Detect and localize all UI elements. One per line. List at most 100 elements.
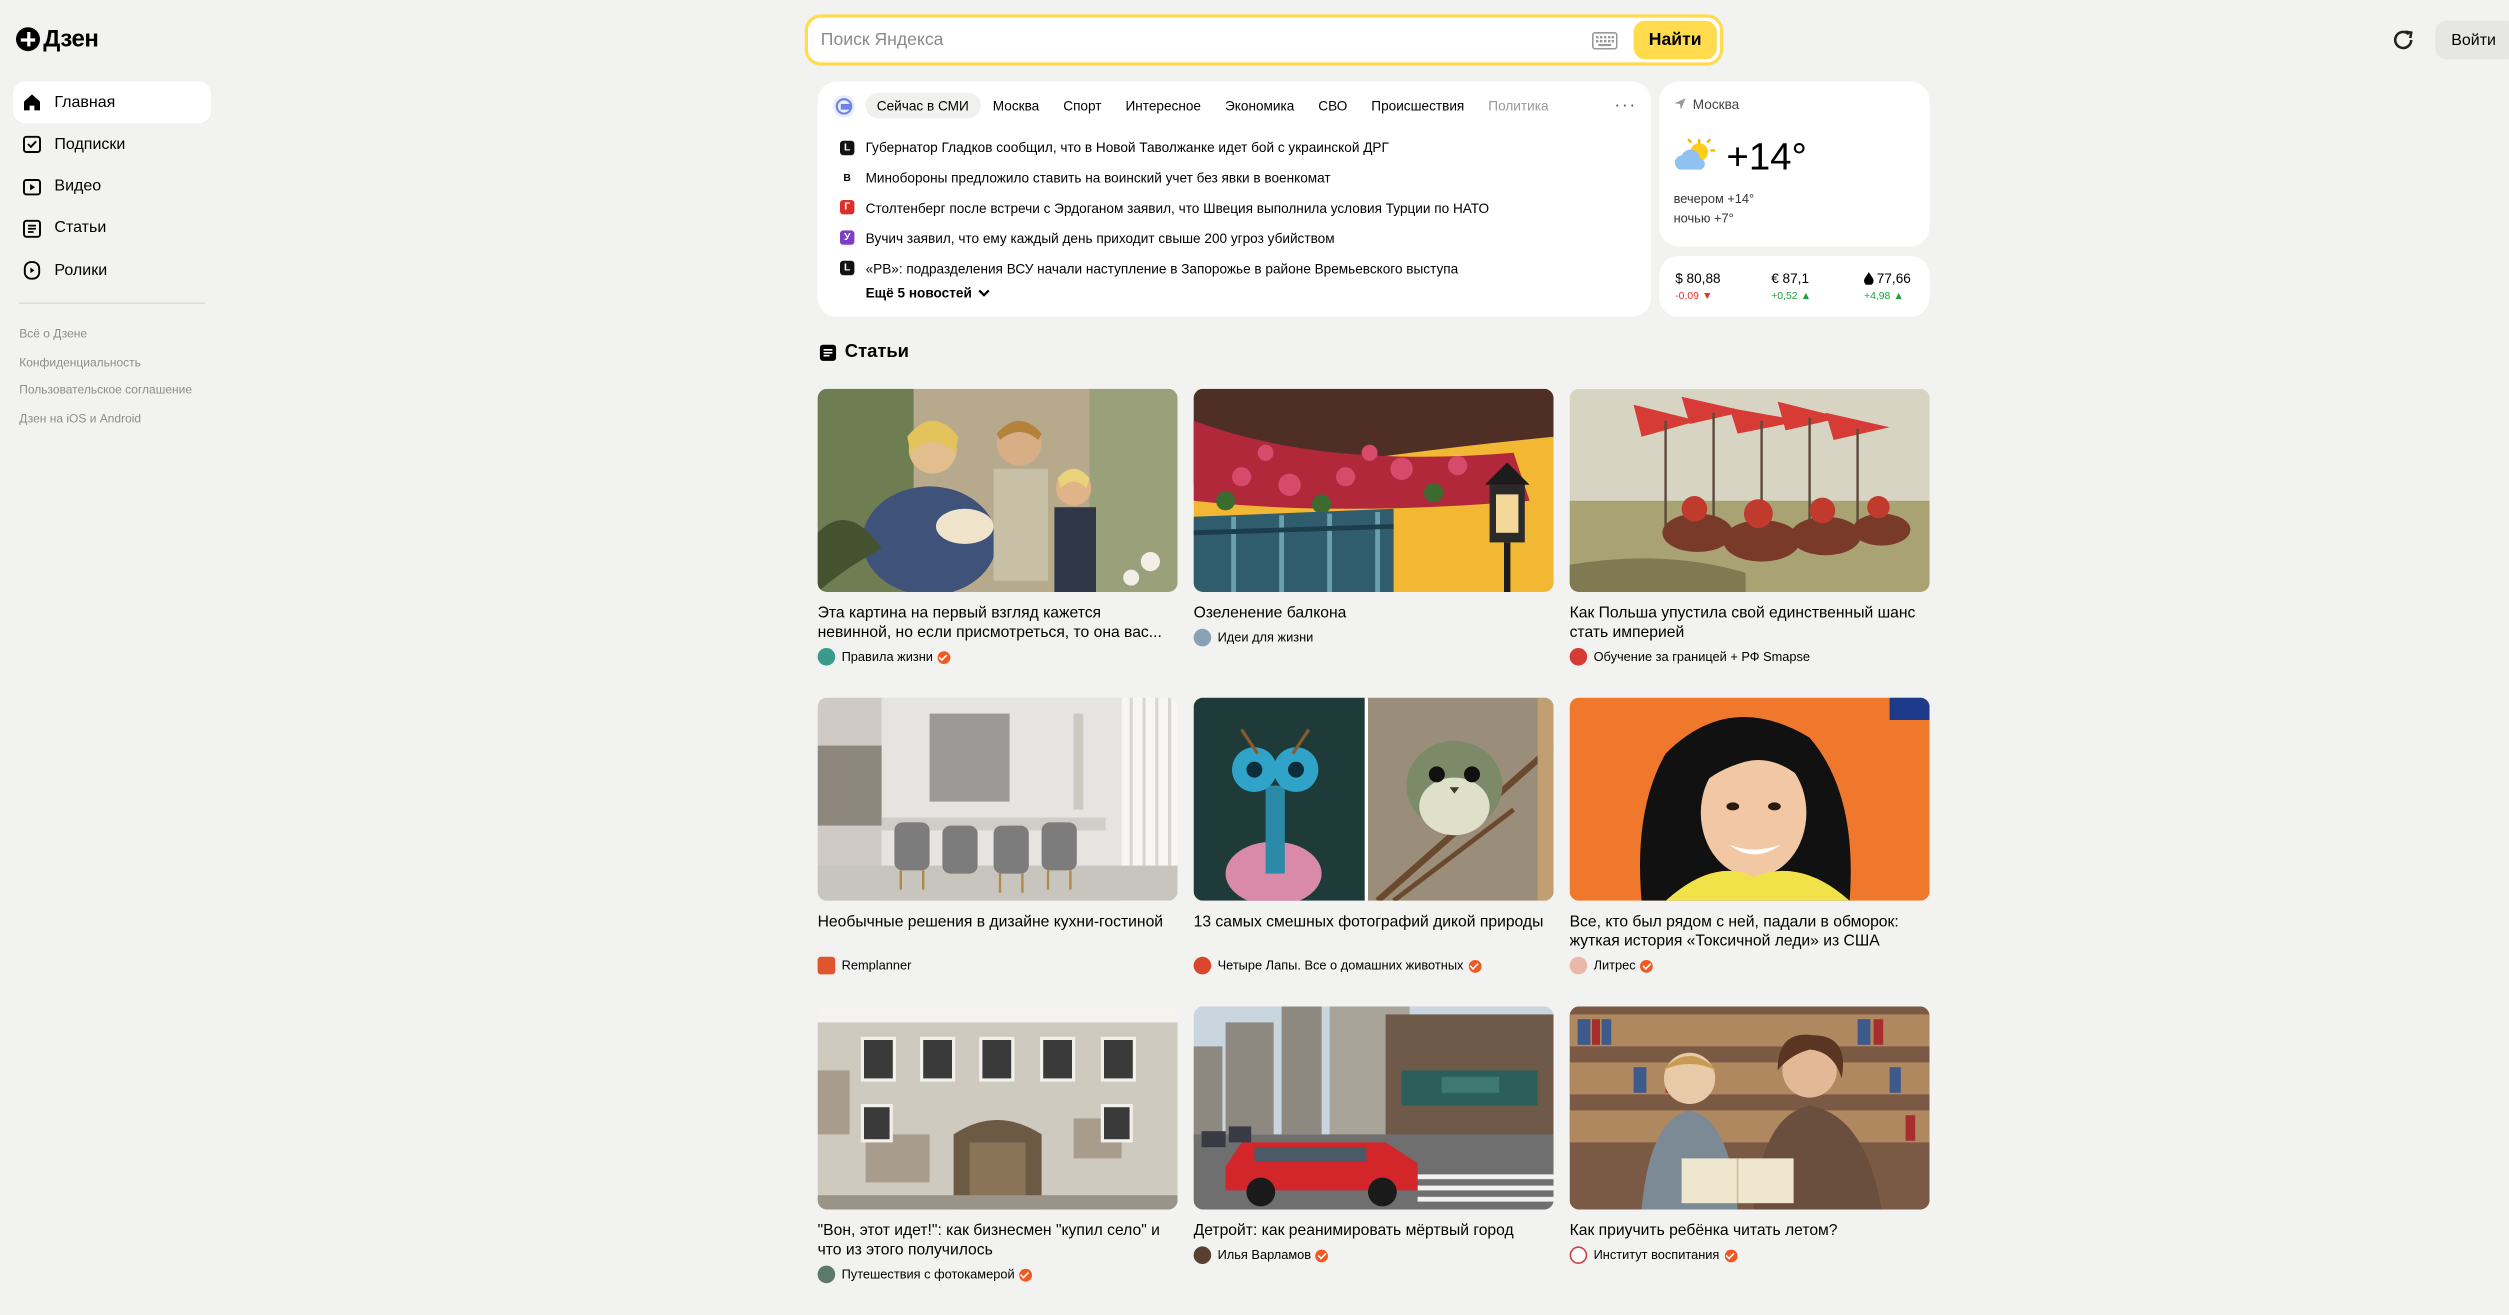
article-title[interactable]: Эта картина на первый взгляд кажется нев… <box>818 605 1178 647</box>
article-source[interactable]: Правила жизни <box>817 648 1178 666</box>
sidebar-item-label: Видео <box>54 177 102 196</box>
sidebar-item-shorts[interactable]: Ролики <box>13 250 211 292</box>
refresh-icon[interactable] <box>2390 27 2416 53</box>
search-input[interactable] <box>808 30 1592 50</box>
news-widget: Сейчас в СМИ Москва Спорт Интересное Эко… <box>817 81 1652 317</box>
sidebar-item-label: Подписки <box>54 135 126 154</box>
article-image[interactable] <box>1193 388 1554 592</box>
article-image[interactable] <box>1193 697 1554 901</box>
tab-moscow[interactable]: Москва <box>982 93 1051 119</box>
rate-change-value: -0,09 <box>1675 291 1699 303</box>
verified-icon <box>937 650 951 664</box>
article-image[interactable] <box>817 1006 1178 1210</box>
avatar <box>1193 956 1212 975</box>
sidebar-item-video[interactable]: Видео <box>13 166 211 208</box>
article-card[interactable]: "Вон, этот идет!": как бизнесмен "купил … <box>817 1006 1178 1315</box>
tab-economy[interactable]: Экономика <box>1214 93 1306 119</box>
article-source[interactable]: Путешествия с фотокамерой <box>817 1265 1178 1284</box>
section-title: Статьи <box>819 342 909 362</box>
verified-icon <box>1724 1248 1737 1262</box>
article-source[interactable]: Институт воспитания <box>1569 1246 1930 1264</box>
verified-icon <box>1468 959 1482 972</box>
article-card[interactable]: Как Польша упустила свой единственный ша… <box>1569 388 1930 698</box>
tab-interesting[interactable]: Интересное <box>1114 93 1212 119</box>
sidebar-item-home[interactable]: Главная <box>12 81 212 124</box>
rate-change: +4,98 ▲ <box>1864 291 1911 302</box>
news-item[interactable]: L «РВ»: подразделения ВСУ начали наступл… <box>840 253 1489 283</box>
news-headline: Минобороны предложило ставить на воински… <box>865 169 1331 186</box>
news-tabs: Сейчас в СМИ Москва Спорт Интересное Эко… <box>832 92 1600 119</box>
logo[interactable]: Дзен <box>16 25 99 53</box>
shorts-icon <box>23 261 41 280</box>
article-card[interactable]: Как приучить ребёнка читать летом? Инсти… <box>1569 1006 1930 1315</box>
sidebar-footer: Всё о Дзене Конфиденциальность Пользоват… <box>19 320 192 432</box>
arrow-down-icon: ▼ <box>1702 291 1713 303</box>
footer-link-about[interactable]: Всё о Дзене <box>19 320 192 348</box>
news-headline: Вучич заявил, что ему каждый день приход… <box>865 230 1335 247</box>
article-source[interactable]: Литрес <box>1569 956 1930 975</box>
subscriptions-icon <box>23 136 41 154</box>
arrow-up-icon: ▲ <box>1893 291 1904 303</box>
logo-text: Дзен <box>43 25 99 53</box>
article-title[interactable]: 13 самых смешных фотографий дикой природ… <box>1194 914 1554 956</box>
rate-change: +0,52 ▲ <box>1771 291 1811 302</box>
news-source-logo: L <box>840 260 855 276</box>
article-source[interactable]: Четыре Лапы. Все о домашних животных <box>1193 956 1554 975</box>
tab-politics[interactable]: Политика <box>1477 93 1560 119</box>
article-image[interactable] <box>1569 1006 1930 1210</box>
news-item[interactable]: В Минобороны предложило ставить на воинс… <box>840 163 1489 193</box>
article-card[interactable]: Детройт: как реанимировать мёртвый город… <box>1193 1006 1554 1315</box>
article-source[interactable]: Илья Варламов <box>1193 1246 1554 1264</box>
tab-svo[interactable]: СВО <box>1307 93 1358 119</box>
article-source[interactable]: Remplanner <box>817 956 1178 975</box>
currency-widget[interactable]: $ 80,88 -0,09 ▼ € 87,1 +0,52 ▲ 77,66 +4,98… <box>1659 256 1930 317</box>
article-card[interactable]: Озеленение балкона Идеи для жизни <box>1193 388 1554 698</box>
login-button[interactable]: Войти <box>2435 20 2509 60</box>
sidebar-item-articles[interactable]: Статьи <box>13 208 211 250</box>
footer-link-terms[interactable]: Пользовательское соглашение <box>19 376 192 404</box>
avatar <box>1569 648 1588 666</box>
article-image[interactable] <box>817 388 1178 592</box>
more-tabs-icon[interactable]: ··· <box>1614 96 1636 115</box>
source-name: Remplanner <box>841 958 912 973</box>
weather-temperature: +14° <box>1726 136 1807 180</box>
verified-icon <box>1315 1248 1329 1262</box>
article-image[interactable] <box>1193 1006 1554 1210</box>
news-source-logo: L <box>840 140 855 156</box>
article-image[interactable] <box>1569 388 1930 592</box>
tab-sport[interactable]: Спорт <box>1052 93 1113 119</box>
article-title[interactable]: "Вон, этот идет!": как бизнесмен "купил … <box>818 1222 1178 1264</box>
tab-incidents[interactable]: Происшествия <box>1360 93 1475 119</box>
weather-widget[interactable]: Москва +14° вечером +14° ночью +7° <box>1659 81 1930 247</box>
article-title[interactable]: Все, кто был рядом с ней, падали в обмор… <box>1570 914 1930 956</box>
sidebar-item-subscriptions[interactable]: Подписки <box>13 124 211 166</box>
article-card[interactable]: 13 самых смешных фотографий дикой природ… <box>1193 697 1554 1007</box>
more-news-button[interactable]: Ещё 5 новостей <box>866 285 991 301</box>
news-item[interactable]: Г Столтенберг после встречи с Эрдоганом … <box>840 193 1489 223</box>
news-source-icon <box>832 94 856 117</box>
sidebar-nav: Главная Подписки Видео Статьи Ролики <box>12 81 212 292</box>
keyboard-icon[interactable] <box>1592 31 1618 49</box>
article-source[interactable]: Обучение за границей + РФ Smapse <box>1569 648 1930 666</box>
article-card[interactable]: Все, кто был рядом с ней, падали в обмор… <box>1569 697 1930 1007</box>
sidebar-item-label: Статьи <box>54 219 107 238</box>
location-arrow-icon <box>1674 98 1686 110</box>
footer-link-privacy[interactable]: Конфиденциальность <box>19 348 192 376</box>
news-item[interactable]: У Вучич заявил, что ему каждый день прих… <box>840 223 1489 253</box>
tab-now-in-media[interactable]: Сейчас в СМИ <box>865 92 980 119</box>
article-card[interactable]: Эта картина на первый взгляд кажется нев… <box>817 388 1178 698</box>
avatar <box>1569 956 1588 975</box>
article-title[interactable]: Как Польша упустила свой единственный ша… <box>1570 605 1930 647</box>
article-source[interactable]: Идеи для жизни <box>1193 628 1554 647</box>
article-card[interactable]: Необычные решения в дизайне кухни-гостин… <box>817 697 1178 1007</box>
news-item[interactable]: L Губернатор Гладков сообщил, что в Ново… <box>840 133 1489 163</box>
article-image[interactable] <box>1569 697 1930 901</box>
footer-link-apps[interactable]: Дзен на iOS и Android <box>19 404 192 432</box>
rate-value-row: 77,66 <box>1864 270 1911 286</box>
sidebar-item-label: Главная <box>54 93 116 112</box>
article-title[interactable]: Необычные решения в дизайне кухни-гостин… <box>818 914 1178 956</box>
video-icon <box>23 178 41 195</box>
source-name: Правила жизни <box>841 649 933 664</box>
article-image[interactable] <box>817 697 1178 901</box>
search-button[interactable]: Найти <box>1633 20 1717 60</box>
